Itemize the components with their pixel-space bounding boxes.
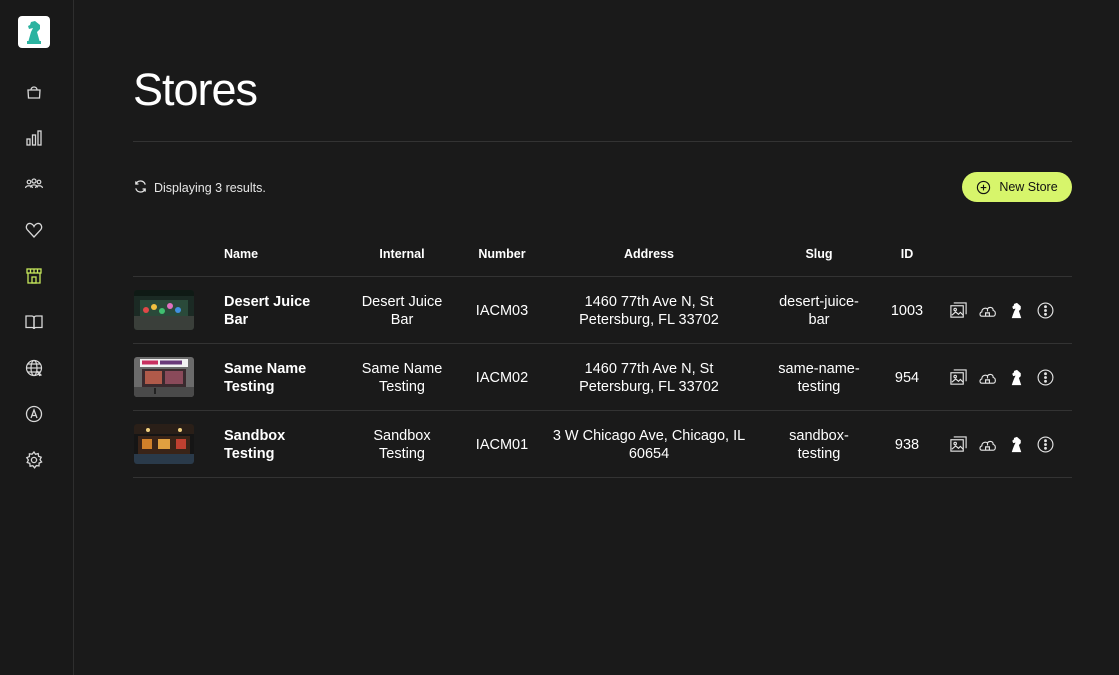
sidebar-item-apps[interactable] [22,402,46,426]
store-address: 3 W Chicago Ave, Chicago, IL 60654 [552,427,746,462]
page-title: Stores [133,64,258,115]
store-slug: desert-juice-bar [779,293,859,328]
store-cloud-icon[interactable] [978,301,997,320]
chess-knight-logo-icon [27,21,41,44]
sidebar-item-menu[interactable] [22,310,46,334]
more-options-icon[interactable] [1036,368,1055,387]
book-icon [25,315,43,330]
sidebar-item-loyalty[interactable] [22,218,46,242]
column-header-name[interactable]: Name [224,247,258,261]
more-options-icon[interactable] [1036,301,1055,320]
main-content: Stores Displaying 3 results. New Store N… [133,0,1072,675]
store-name: Desert Juice Bar [224,293,311,328]
store-internal-name: Desert Juice Bar [361,293,443,328]
store-media-icon[interactable] [949,368,968,387]
store-number: IACM03 [475,302,529,319]
sidebar-item-orders[interactable] [22,80,46,104]
column-header-internal[interactable]: Internal [352,247,452,261]
store-name: Sandbox Testing [224,427,286,462]
store-id: 938 [894,436,920,453]
app-root: Stores Displaying 3 results. New Store N… [0,0,1119,675]
row-actions [949,411,1055,478]
gear-icon [25,450,43,469]
store-thumbnail [134,290,194,330]
store-address: 1460 77th Ave N, St Petersburg, FL 33702 [579,360,719,395]
globe-icon [25,359,43,377]
store-thumbnail [134,424,194,464]
store-thumbnail [134,357,194,397]
stores-table: Name Internal Number Address Slug ID Des… [133,236,1072,478]
heart-icon [25,222,43,238]
row-actions [949,277,1055,344]
store-slug: sandbox-testing [789,427,849,462]
store-media-icon[interactable] [949,435,968,454]
table-row[interactable]: Desert Juice Bar Desert Juice Bar IACM03… [133,277,1072,344]
store-media-icon[interactable] [949,301,968,320]
app-store-icon [25,405,43,423]
bar-chart-icon [26,130,42,146]
title-divider [133,141,1072,142]
sidebar-item-settings[interactable] [22,448,46,472]
sidebar-item-analytics[interactable] [22,126,46,150]
column-header-address[interactable]: Address [547,247,751,261]
sidebar [0,0,74,675]
store-address: 1460 77th Ave N, St Petersburg, FL 33702 [579,293,719,328]
column-header-id[interactable]: ID [877,247,937,261]
storefront-icon [26,268,42,284]
refresh-icon[interactable] [133,179,148,197]
more-options-icon[interactable] [1036,435,1055,454]
store-internal-name: Sandbox Testing [373,427,431,462]
sidebar-item-web[interactable] [22,356,46,380]
chess-knight-icon[interactable] [1007,435,1026,454]
store-internal-name: Same Name Testing [361,360,443,395]
store-id: 1003 [890,302,924,319]
store-cloud-icon[interactable] [978,435,997,454]
table-row[interactable]: Sandbox Testing Sandbox Testing IACM01 3… [133,411,1072,478]
chess-knight-icon[interactable] [1007,368,1026,387]
shopping-bag-icon [27,86,41,99]
store-number: IACM02 [475,369,529,386]
users-icon [24,178,44,189]
chess-knight-icon[interactable] [1007,301,1026,320]
store-name: Same Name Testing [224,360,307,395]
column-header-slug[interactable]: Slug [769,247,869,261]
brand-logo[interactable] [18,16,50,48]
store-slug: same-name-testing [778,360,860,395]
new-store-button[interactable]: New Store [962,172,1072,202]
store-id: 954 [894,369,920,386]
store-number: IACM01 [475,436,529,453]
sidebar-item-stores[interactable] [22,264,46,288]
plus-circle-icon [977,180,991,194]
row-actions [949,344,1055,411]
table-row[interactable]: Same Name Testing Same Name Testing IACM… [133,344,1072,411]
results-count-text: Displaying 3 results. [154,181,266,195]
sidebar-item-customers[interactable] [22,172,46,196]
column-header-number[interactable]: Number [462,247,542,261]
results-status: Displaying 3 results. [133,179,266,197]
store-cloud-icon[interactable] [978,368,997,387]
new-store-label: New Store [999,180,1058,194]
table-header: Name Internal Number Address Slug ID [133,236,1072,277]
